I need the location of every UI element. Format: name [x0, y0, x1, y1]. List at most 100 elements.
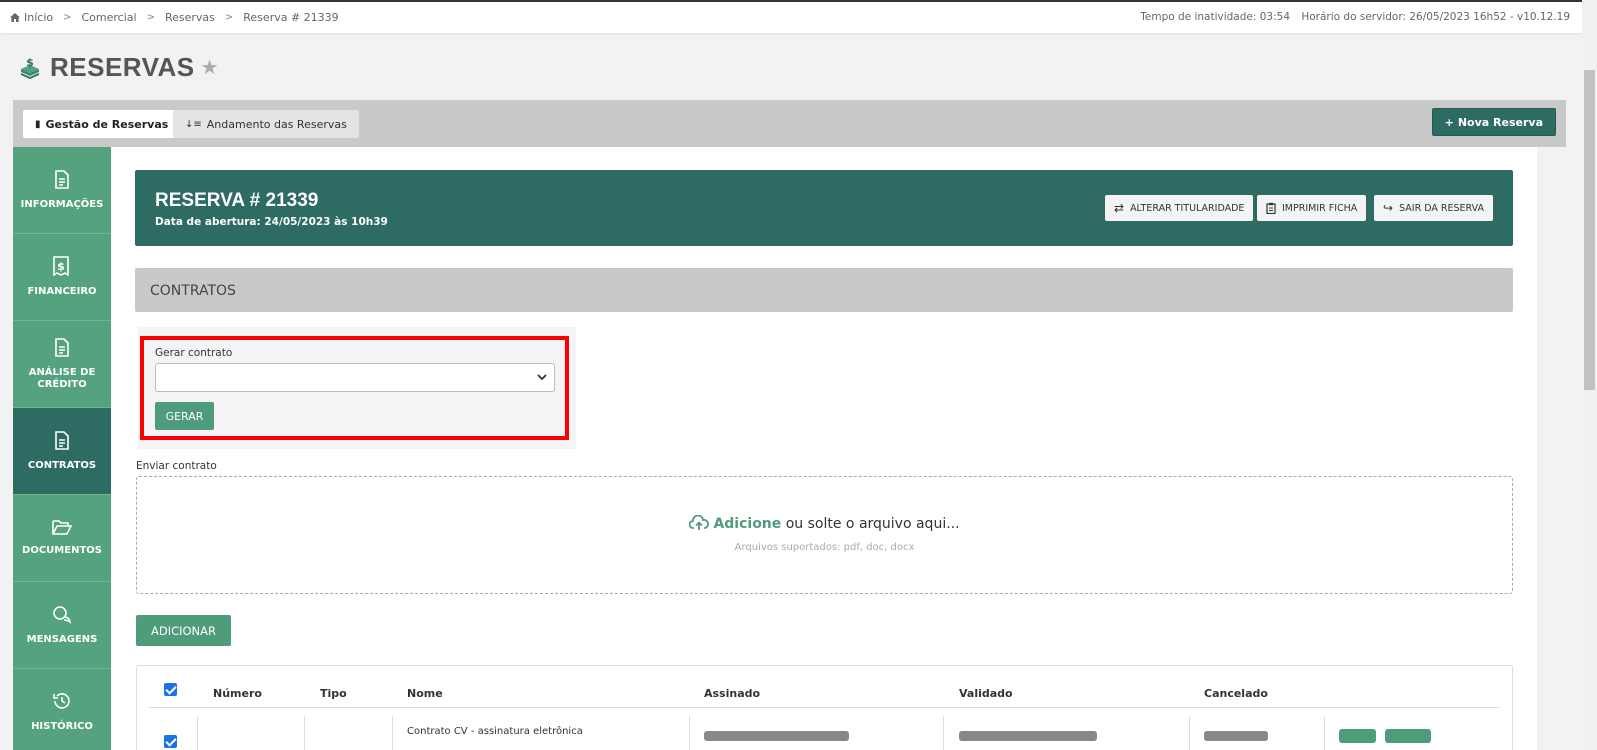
cancelado-status-badge [1204, 731, 1268, 741]
page-scrollbar[interactable] [1582, 0, 1597, 750]
nova-reserva-button[interactable]: + Nova Reserva [1431, 108, 1556, 136]
imprimir-ficha-label: IMPRIMIR FICHA [1282, 202, 1358, 214]
idle-time: Tempo de inatividade: 03:54 [1140, 11, 1291, 23]
chevron-right-icon: > [63, 12, 72, 23]
scrollbar-thumb[interactable] [1584, 70, 1595, 390]
column-divider [1189, 716, 1190, 750]
home-icon [10, 13, 20, 22]
nova-reserva-label: Nova Reserva [1457, 115, 1543, 129]
gerar-button[interactable]: GERAR [155, 402, 214, 430]
column-header-validado[interactable]: Validado [959, 687, 1013, 700]
row-checkbox[interactable] [164, 735, 177, 748]
server-status: Tempo de inatividade: 03:54 Horário do s… [1132, 11, 1570, 23]
document-icon [55, 169, 69, 189]
clipboard-icon [1266, 202, 1276, 214]
tab-andamento-label: Andamento das Reservas [206, 117, 347, 131]
bookmark-icon: ▮ [35, 118, 41, 130]
column-header-nome[interactable]: Nome [407, 687, 443, 700]
contratos-table: Número Tipo Nome Assinado Validado Cance… [136, 665, 1513, 750]
folder-open-icon [52, 520, 72, 535]
assinado-status-badge [704, 731, 849, 741]
sidebar-item-documentos[interactable]: DOCUMENTOS [13, 495, 111, 582]
column-header-assinado[interactable]: Assinado [704, 687, 760, 700]
validado-status-badge [959, 731, 1097, 741]
sidebar-item-historico[interactable]: HISTÓRICO [13, 669, 111, 750]
document-icon [55, 430, 69, 450]
chat-bubbles-icon [53, 605, 72, 624]
favorite-star-icon[interactable]: ★ [201, 58, 219, 78]
reserva-sidebar: INFORMAÇÕES $ FINANCEIRO ANÁLISE DE CRÉD… [13, 147, 111, 750]
sidebar-item-label: DOCUMENTOS [22, 545, 102, 556]
cloud-upload-icon [689, 514, 710, 530]
alterar-titularidade-button[interactable]: ⇄ ALTERAR TITULARIDADE [1105, 195, 1254, 221]
column-divider [392, 716, 393, 750]
breadcrumb-reserva-current: Reserva # 21339 [243, 11, 339, 24]
sidebar-item-label: MENSAGENS [26, 633, 98, 645]
reserva-open-date: Data de abertura: 24/05/2023 às 10h39 [155, 216, 388, 228]
tab-gestao-label: Gestão de Reservas [45, 117, 169, 131]
svg-text:$: $ [57, 260, 65, 273]
sidebar-item-label: INFORMAÇÕES [20, 198, 104, 210]
plus-icon: + [1444, 115, 1454, 129]
swap-arrows-icon: ⇄ [1114, 201, 1125, 215]
dropzone-add-link[interactable]: Adicione [713, 516, 781, 532]
column-header-numero[interactable]: Número [213, 687, 262, 700]
receipt-dollar-icon: $ [53, 256, 69, 276]
server-time: Horário do servidor: 26/05/2023 16h52 - … [1301, 11, 1570, 23]
sidebar-item-label: CONTRATOS [27, 459, 97, 471]
adicionar-button[interactable]: ADICIONAR [136, 615, 231, 646]
sidebar-item-financeiro[interactable]: $ FINANCEIRO [13, 234, 111, 321]
reserva-title: RESERVA # 21339 [155, 190, 319, 211]
gerar-contrato-select[interactable] [155, 363, 555, 392]
breadcrumb-comercial[interactable]: Comercial [82, 11, 137, 24]
gerar-contrato-label: Gerar contrato [155, 347, 233, 359]
tab-bar: ▮ Gestão de Reservas ↓≡ Andamento das Re… [13, 100, 1566, 147]
tab-andamento-reservas[interactable]: ↓≡ Andamento das Reservas [173, 110, 359, 138]
column-header-cancelado[interactable]: Cancelado [1204, 687, 1268, 700]
file-dropzone[interactable]: Adicione ou solte o arquivo aqui... Arqu… [136, 476, 1513, 594]
column-divider [197, 716, 198, 750]
enviar-contrato-label: Enviar contrato [136, 460, 217, 472]
chevron-down-icon [537, 374, 547, 381]
contratos-section-header: CONTRATOS [135, 268, 1513, 312]
history-icon [53, 693, 70, 709]
sidebar-item-mensagens[interactable]: MENSAGENS [13, 582, 111, 669]
breadcrumb-inicio[interactable]: Início [24, 11, 53, 24]
reserva-header: RESERVA # 21339 Data de abertura: 24/05/… [135, 170, 1513, 246]
row-nome: Contrato CV - assinatura eletrônica [407, 726, 583, 737]
dropzone-rest-text: ou solte o arquivo aqui... [781, 516, 960, 532]
sidebar-item-label: FINANCEIRO [27, 286, 97, 297]
sidebar-item-contratos[interactable]: CONTRATOS [13, 408, 111, 495]
document-icon [55, 337, 69, 357]
sidebar-item-informacoes[interactable]: INFORMAÇÕES [13, 147, 111, 234]
page-title: RESERVAS [50, 52, 195, 82]
sair-da-reserva-label: SAIR DA RESERVA [1399, 202, 1484, 214]
reservas-logo-icon: $ [21, 56, 39, 79]
sair-da-reserva-button[interactable]: ↪ SAIR DA RESERVA [1374, 195, 1493, 221]
page-header: $ RESERVAS ★ [18, 52, 219, 83]
chevron-right-icon: > [224, 12, 234, 23]
main-content: RESERVA # 21339 Data de abertura: 24/05/… [111, 147, 1537, 750]
top-bar: Início > Comercial > Reservas > Reserva … [0, 0, 1582, 33]
column-divider [304, 716, 305, 750]
alterar-titularidade-label: ALTERAR TITULARIDADE [1130, 202, 1245, 214]
breadcrumb: Início > Comercial > Reservas > Reserva … [10, 11, 339, 24]
section-title: CONTRATOS [150, 283, 236, 299]
row-action-button[interactable] [1385, 729, 1431, 743]
breadcrumb-reservas[interactable]: Reservas [165, 11, 215, 24]
column-divider [689, 716, 690, 750]
chevron-right-icon: > [146, 12, 155, 23]
svg-text:$: $ [26, 56, 34, 69]
tab-gestao-reservas[interactable]: ▮ Gestão de Reservas [23, 110, 181, 138]
select-all-checkbox[interactable] [164, 683, 177, 696]
sidebar-item-analise-credito[interactable]: ANÁLISE DE CRÉDITO [13, 321, 111, 408]
row-action-button[interactable] [1339, 729, 1376, 743]
column-divider [1324, 716, 1325, 750]
column-header-tipo[interactable]: Tipo [320, 687, 347, 700]
imprimir-ficha-button[interactable]: IMPRIMIR FICHA [1257, 195, 1367, 221]
table-header-divider [149, 707, 1500, 708]
column-divider [943, 716, 944, 750]
dropzone-supported-types: Arquivos suportados: pdf, doc, docx [734, 542, 915, 553]
share-arrow-icon: ↪ [1383, 201, 1394, 215]
sidebar-item-label: ANÁLISE DE CRÉDITO [28, 366, 96, 390]
